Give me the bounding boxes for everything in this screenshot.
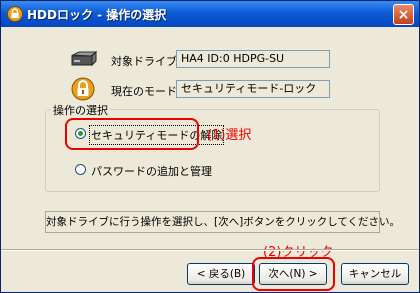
option-password-manage-label[interactable]: パスワードの追加と管理 [91, 163, 212, 179]
operation-group-title: 操作の選択 [51, 102, 110, 118]
dialog-window: HDDロック - 操作の選択 × 対象ドライブ： HA4 ID:0 HDPG-S… [0, 0, 420, 293]
close-button[interactable]: × [393, 4, 414, 25]
lock-icon [71, 77, 95, 101]
padlock-icon [7, 6, 23, 22]
cancel-button[interactable]: キャンセル [341, 263, 409, 285]
option-password-manage-radio[interactable] [75, 164, 86, 175]
title-bar[interactable]: HDDロック - 操作の選択 × [1, 1, 419, 27]
instruction-text: 対象ドライブに行う操作を選択し、[次へ]ボタンをクリックしてください。 [45, 211, 400, 233]
back-button[interactable]: < 戻る(B) [187, 263, 255, 285]
separator [1, 249, 419, 251]
window-title: HDDロック - 操作の選択 [27, 8, 167, 22]
hard-drive-icon [71, 51, 97, 67]
step1-annotation: (1)選択 [207, 128, 252, 143]
current-mode-field: セキュリティモード-ロック [176, 80, 330, 98]
selection-highlight-ring [65, 118, 199, 150]
next-highlight-ring [252, 257, 335, 291]
target-drive-field: HA4 ID:0 HDPG-SU [176, 50, 330, 68]
